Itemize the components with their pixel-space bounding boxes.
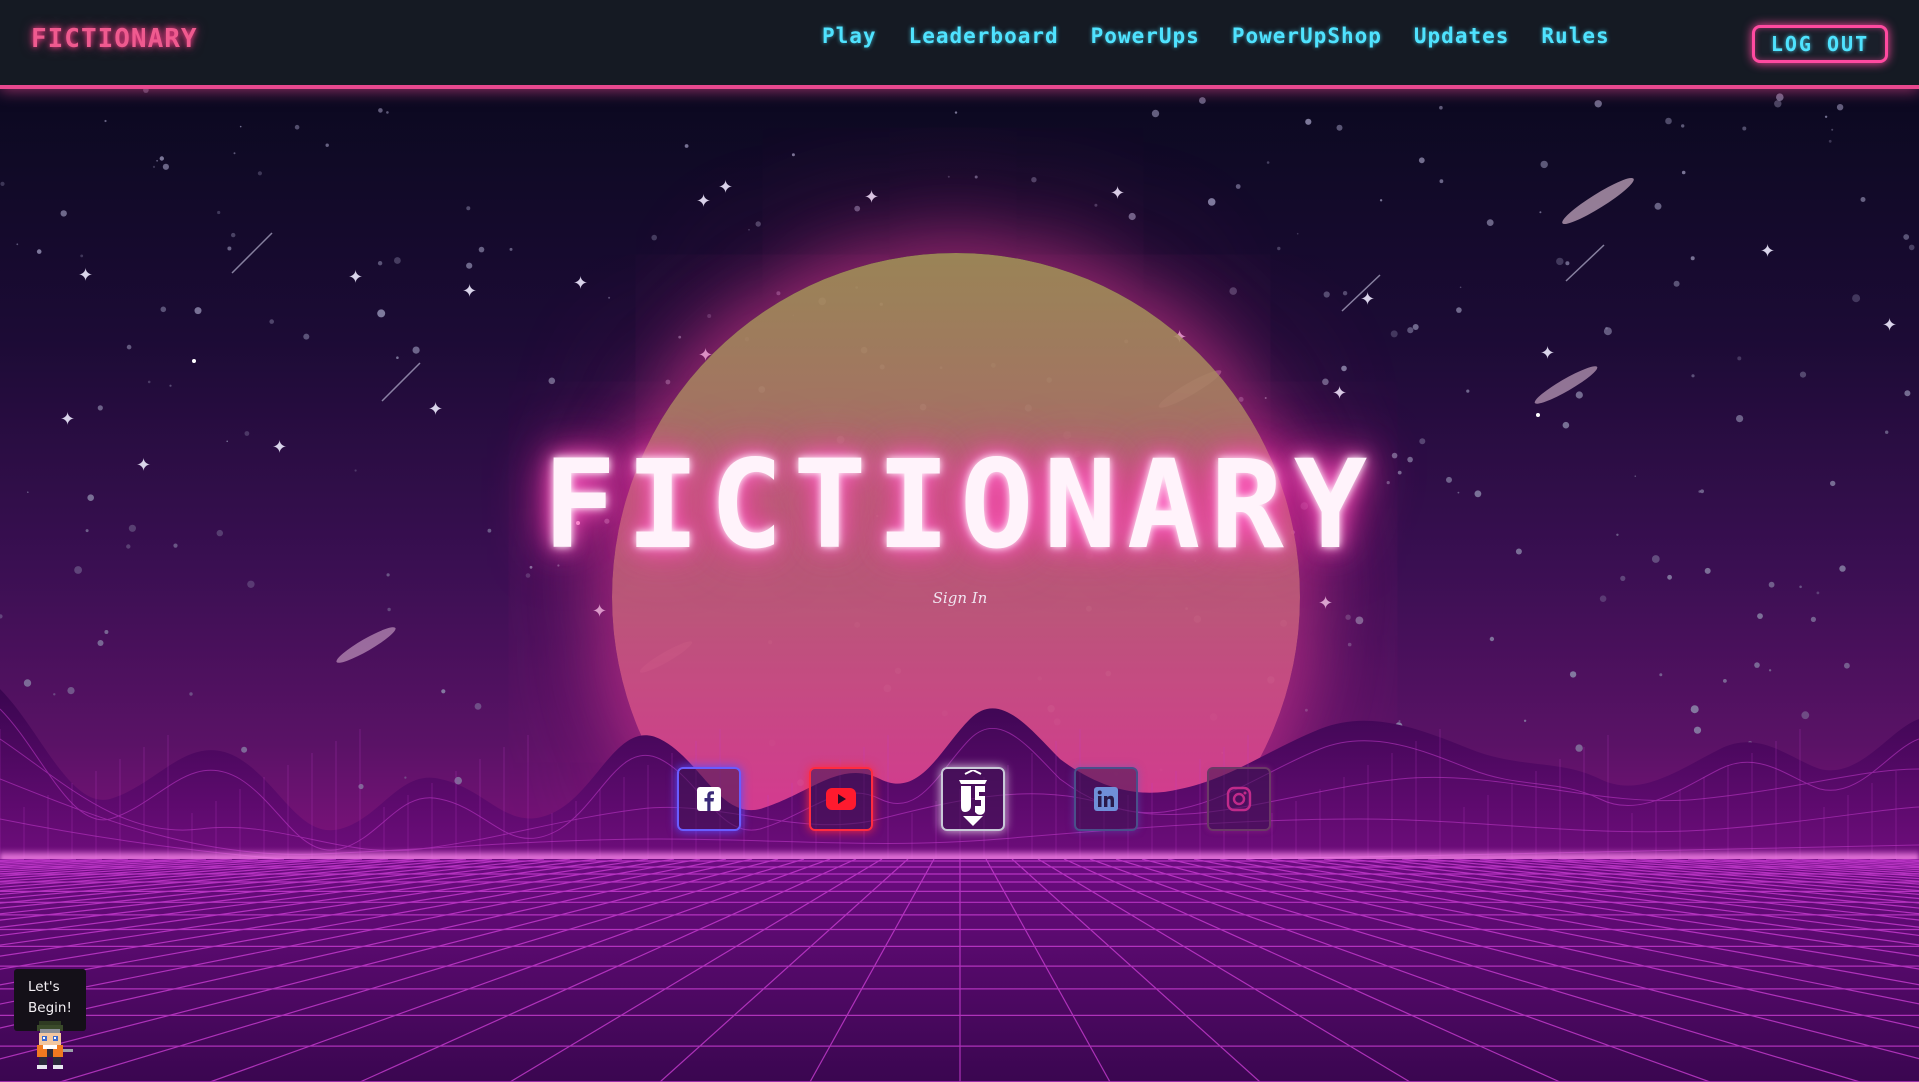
nav-link-updates[interactable]: Updates xyxy=(1414,24,1510,48)
bubble-line-2: Begin! xyxy=(28,1000,72,1016)
svg-text:✦: ✦ xyxy=(718,177,733,198)
instagram-icon xyxy=(1226,786,1252,812)
svg-text:✦: ✦ xyxy=(1540,343,1555,364)
nav-link-rules[interactable]: Rules xyxy=(1541,24,1609,48)
svg-text:✦: ✦ xyxy=(1882,315,1897,336)
bubble-line-1: Let's xyxy=(28,979,60,995)
svg-text:✦: ✦ xyxy=(462,281,477,302)
nav-link-powerupshop[interactable]: PowerUpShop xyxy=(1232,24,1382,48)
club-logo-icon xyxy=(959,770,987,826)
svg-text:✦: ✦ xyxy=(573,273,588,294)
hero-section: ✦✦✦ ✦✦✦ ✦✦✦ ✦✦✦ ✦✦✦ ✦✦✦ ✦✦✦ xyxy=(0,89,1919,1082)
svg-text:✦: ✦ xyxy=(864,187,879,208)
youtube-button[interactable] xyxy=(809,767,873,831)
facebook-button[interactable] xyxy=(677,767,741,831)
club-logo-button[interactable] xyxy=(941,767,1005,831)
synthwave-grid-floor xyxy=(0,859,1919,1082)
linkedin-icon xyxy=(1094,787,1118,811)
instagram-button[interactable] xyxy=(1207,767,1271,831)
ninja-mascot-icon[interactable] xyxy=(27,1019,75,1071)
social-links xyxy=(677,767,1273,833)
nav-link-play[interactable]: Play xyxy=(822,24,877,48)
nav-link-leaderboard[interactable]: Leaderboard xyxy=(909,24,1059,48)
svg-text:✦: ✦ xyxy=(60,409,75,430)
hero-title: FICTIONARY xyxy=(542,434,1378,576)
brand-logo[interactable]: FICTIONARY xyxy=(31,24,198,54)
svg-text:✦: ✦ xyxy=(1332,383,1347,404)
linkedin-button[interactable] xyxy=(1074,767,1138,831)
svg-text:✦: ✦ xyxy=(592,601,607,622)
svg-text:✦: ✦ xyxy=(1110,183,1125,204)
svg-text:✦: ✦ xyxy=(136,455,151,476)
svg-text:✦: ✦ xyxy=(696,191,711,212)
logout-button[interactable]: LOG OUT xyxy=(1752,25,1888,63)
svg-text:✦: ✦ xyxy=(428,399,443,420)
svg-text:✦: ✦ xyxy=(1318,593,1333,614)
sign-in-link[interactable]: Sign In xyxy=(900,589,1020,607)
svg-text:✦: ✦ xyxy=(348,267,363,288)
nav-links: Play Leaderboard PowerUps PowerUpShop Up… xyxy=(822,24,1642,48)
facebook-icon xyxy=(697,787,721,811)
youtube-icon xyxy=(826,788,856,810)
svg-text:✦: ✦ xyxy=(1360,289,1375,310)
svg-text:✦: ✦ xyxy=(1760,241,1775,262)
svg-text:✦: ✦ xyxy=(78,265,93,286)
nav-link-powerups[interactable]: PowerUps xyxy=(1091,24,1200,48)
svg-text:✦: ✦ xyxy=(272,437,287,458)
top-navbar: FICTIONARY Play Leaderboard PowerUps Pow… xyxy=(0,0,1919,89)
